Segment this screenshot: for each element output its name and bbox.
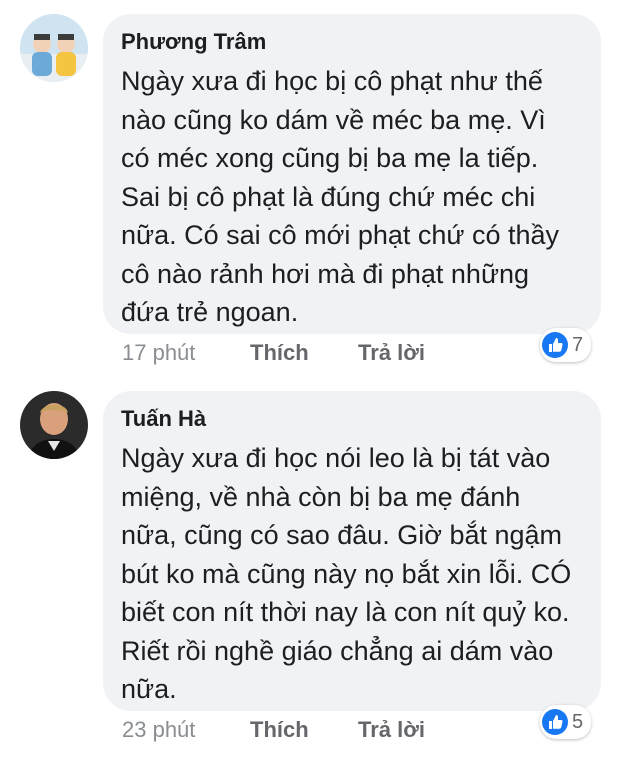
comment-bubble: Phương Trâm Ngày xưa đi học bị cô phạt n… [103,14,601,334]
like-button[interactable]: Thích [250,717,309,743]
avatar[interactable] [20,391,88,459]
comment-author[interactable]: Tuấn Hà [121,405,581,433]
comment-text: Ngày xưa đi học nói leo là bị tát vào mi… [121,443,572,704]
like-icon [542,709,568,735]
reaction-count: 5 [572,710,584,733]
profile-photo-icon [20,391,88,459]
comment-bubble: Tuấn Hà Ngày xưa đi học nói leo là bị tá… [103,391,601,711]
like-button[interactable]: Thích [250,340,309,366]
profile-photo-icon [20,14,88,82]
comment-text: Ngày xưa đi học bị cô phạt như thế nào c… [121,66,560,327]
reply-button[interactable]: Trả lời [358,717,425,743]
reaction-count: 7 [572,333,584,356]
reaction-summary[interactable]: 7 [540,328,592,362]
comment-author[interactable]: Phương Trâm [121,28,581,56]
reaction-summary[interactable]: 5 [540,705,592,739]
comment-time[interactable]: 23 phút [122,717,195,743]
like-icon [542,332,568,358]
reply-button[interactable]: Trả lời [358,340,425,366]
comment-time[interactable]: 17 phút [122,340,195,366]
avatar[interactable] [20,14,88,82]
